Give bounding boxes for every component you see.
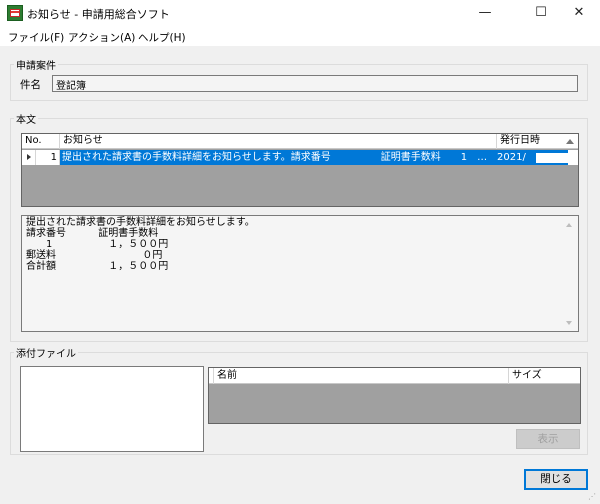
- column-notice[interactable]: お知らせ: [60, 134, 497, 149]
- sort-up-icon: [566, 139, 574, 144]
- body-group-label: 本文: [14, 111, 38, 126]
- attachment-grid[interactable]: 名前 サイズ: [208, 367, 581, 424]
- notice-grid-header: No. お知らせ 発行日時: [22, 134, 578, 149]
- column-no[interactable]: No.: [22, 134, 60, 149]
- body-scrollbar[interactable]: [562, 217, 577, 331]
- row-date: 2021/: [497, 152, 526, 163]
- attachments-group-label: 添付ファイル: [14, 345, 78, 360]
- redacted-date: [536, 153, 568, 163]
- close-button[interactable]: 閉じる: [524, 469, 588, 490]
- row-selection: 提出された請求書の手数料詳細をお知らせします。請求番号 証明書手数料 1 … 2…: [60, 150, 568, 165]
- menu-action[interactable]: アクション(A): [68, 30, 135, 45]
- menu-help[interactable]: ヘルプ(H): [138, 30, 186, 45]
- subject-field[interactable]: 登記簿: [52, 75, 578, 92]
- row-notice-text: 提出された請求書の手数料詳細をお知らせします。請求番号 証明書手数料 1 …: [62, 152, 488, 163]
- column-name[interactable]: 名前: [214, 368, 509, 384]
- attachment-grid-header: 名前 サイズ: [209, 368, 580, 384]
- minimize-button[interactable]: —: [462, 0, 508, 26]
- menu-file[interactable]: ファイル(F): [8, 30, 64, 45]
- column-size[interactable]: サイズ: [509, 368, 579, 384]
- row-pointer-icon: [27, 154, 31, 160]
- window-title: お知らせ - 申請用総合ソフト: [27, 8, 170, 21]
- attachment-list[interactable]: [20, 366, 204, 452]
- app-icon: [7, 5, 23, 21]
- scroll-up-icon[interactable]: [566, 223, 572, 227]
- case-group-label: 申請案件: [14, 57, 58, 72]
- notice-grid[interactable]: No. お知らせ 発行日時 1 提出された請求書の手数料詳細をお知らせします。請…: [21, 133, 579, 207]
- resize-grip-icon[interactable]: ⋰: [588, 492, 598, 502]
- close-window-button[interactable]: ✕: [556, 0, 600, 26]
- scroll-down-icon[interactable]: [566, 321, 572, 325]
- show-button[interactable]: 表示: [516, 429, 580, 449]
- body-textarea[interactable]: 提出された請求書の手数料詳細をお知らせします。 請求番号 証明書手数料 1 １，…: [21, 215, 579, 332]
- row-marker: [22, 150, 36, 165]
- body-text: 提出された請求書の手数料詳細をお知らせします。 請求番号 証明書手数料 1 １，…: [26, 217, 255, 272]
- subject-label: 件名: [20, 79, 41, 91]
- table-row[interactable]: 1 提出された請求書の手数料詳細をお知らせします。請求番号 証明書手数料 1 ……: [22, 150, 578, 165]
- row-no: 1: [36, 150, 60, 165]
